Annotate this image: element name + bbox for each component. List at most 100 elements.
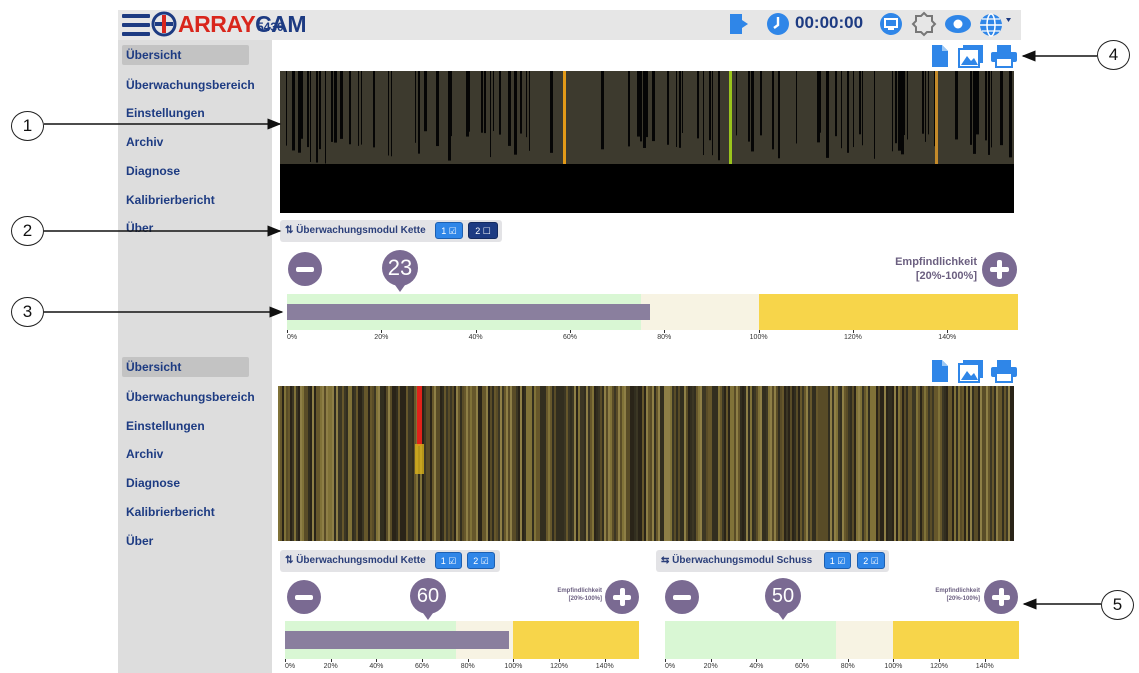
camera-stripe — [452, 386, 454, 541]
camera-stripe — [950, 386, 952, 541]
nav-kalibrierbericht[interactable]: Kalibrierbericht — [126, 193, 215, 207]
camera-stripe — [696, 386, 698, 541]
checkbox-1[interactable]: 1 ☑ — [435, 222, 463, 239]
camera-stripe — [508, 71, 511, 146]
camera-stripe — [1002, 386, 1004, 541]
camera-stripe — [978, 386, 980, 541]
scale-tick-label: 20% — [703, 663, 718, 670]
camera-stripe — [806, 386, 808, 541]
globe-icon[interactable] — [979, 12, 1013, 38]
eye-icon[interactable] — [944, 14, 972, 34]
decrease-button[interactable] — [288, 252, 322, 286]
camera-stripe — [828, 386, 830, 541]
camera-view-bottom — [278, 386, 1014, 541]
document-icon[interactable] — [931, 44, 949, 68]
camera-stripe — [988, 71, 990, 155]
scale-tick — [758, 330, 760, 333]
camera-stripe — [378, 386, 380, 541]
checkbox-2[interactable]: 2 ☑ — [857, 552, 885, 569]
camera-stripe — [956, 386, 958, 541]
camera-stripe — [298, 386, 300, 541]
print-icon[interactable] — [990, 44, 1018, 68]
camera-stripe — [800, 386, 802, 541]
camera-stripe — [604, 386, 606, 541]
camera-stripe — [1006, 386, 1008, 541]
module-label: ⇅ Überwachungsmodul Kette — [285, 555, 426, 566]
print-icon[interactable] — [990, 359, 1018, 383]
camera-stripe — [382, 386, 384, 541]
nav-uebersicht[interactable]: Übersicht — [122, 45, 249, 65]
camera-stripe — [462, 386, 464, 541]
camera-stripe — [500, 386, 502, 541]
scale-tick — [422, 659, 424, 662]
settings-gear-icon[interactable] — [911, 11, 937, 37]
camera-stripe — [494, 386, 496, 541]
increase-button[interactable] — [605, 580, 639, 614]
nav-ueberwachungsbereich[interactable]: Überwachungsbereich — [126, 390, 255, 404]
camera-stripe — [724, 386, 726, 541]
camera-stripe — [634, 386, 636, 541]
camera-stripe — [872, 386, 874, 541]
increase-button[interactable] — [984, 580, 1018, 614]
nav-ueber[interactable]: Über — [126, 534, 153, 548]
nav-einstellungen[interactable]: Einstellungen — [126, 419, 205, 433]
camera-stripe — [762, 386, 764, 541]
camera-stripe — [1004, 386, 1006, 541]
checkbox-1[interactable]: 1 ☑ — [435, 552, 462, 569]
camera-stripe — [342, 386, 344, 541]
zone-alarm — [758, 294, 1018, 330]
document-icon[interactable] — [931, 359, 949, 383]
camera-stripe — [898, 386, 900, 541]
camera-stripe — [908, 386, 910, 541]
camera-stripe — [412, 386, 414, 541]
logo-icon — [151, 11, 177, 37]
nav-ueberwachungsbereich[interactable]: Überwachungsbereich — [126, 78, 255, 92]
camera-stripe — [976, 71, 979, 135]
monitor-icon[interactable] — [879, 12, 903, 36]
checkbox-1[interactable]: 1 ☑ — [824, 552, 851, 569]
camera-stripe — [344, 386, 346, 541]
nav-einstellungen[interactable]: Einstellungen — [126, 106, 205, 120]
nav-archiv[interactable]: Archiv — [126, 135, 163, 149]
camera-stripe — [667, 71, 669, 145]
increase-button[interactable] — [982, 252, 1017, 287]
camera-stripe — [756, 386, 758, 541]
nav-kalibrierbericht[interactable]: Kalibrierbericht — [126, 505, 215, 519]
image-icon[interactable] — [958, 44, 984, 68]
camera-stripe — [338, 386, 340, 541]
camera-stripe — [702, 386, 704, 541]
checkbox-2[interactable]: 2 ☐ — [468, 222, 498, 239]
camera-stripe — [798, 386, 800, 541]
image-icon[interactable] — [958, 359, 984, 383]
camera-stripe — [608, 386, 610, 541]
camera-stripe — [499, 71, 501, 135]
camera-stripe — [766, 386, 768, 541]
decrease-button[interactable] — [287, 580, 321, 614]
camera-stripe — [820, 386, 822, 541]
camera-stripe — [642, 386, 644, 541]
decrease-button[interactable] — [665, 580, 699, 614]
camera-stripe — [451, 71, 452, 137]
nav-diagnose[interactable]: Diagnose — [126, 476, 180, 490]
module-header-schuss: ⇆ Überwachungsmodul Schuss 1 ☑ 2 ☑ — [656, 550, 889, 572]
camera-stripe — [942, 386, 944, 541]
scale-tick — [664, 330, 666, 333]
camera-stripe — [736, 71, 737, 136]
camera-stripe — [856, 386, 858, 541]
menu-icon[interactable] — [122, 13, 150, 37]
nav-archiv[interactable]: Archiv — [126, 447, 163, 461]
camera-stripe — [748, 386, 750, 541]
camera-defect-marker — [417, 386, 422, 446]
checkbox-2[interactable]: 2 ☑ — [467, 552, 495, 569]
camera-stripe — [446, 386, 448, 541]
nav-uebersicht[interactable]: Übersicht — [122, 357, 249, 377]
camera-stripe — [391, 71, 392, 157]
nav-ueber[interactable]: Über — [126, 221, 153, 235]
scale-tick — [984, 659, 986, 662]
nav-diagnose[interactable]: Diagnose — [126, 164, 180, 178]
camera-stripe — [474, 386, 476, 541]
camera-stripe — [546, 386, 548, 541]
level-gauge-schuss — [665, 621, 1019, 659]
logout-icon[interactable] — [729, 12, 751, 36]
camera-stripe — [340, 71, 343, 139]
